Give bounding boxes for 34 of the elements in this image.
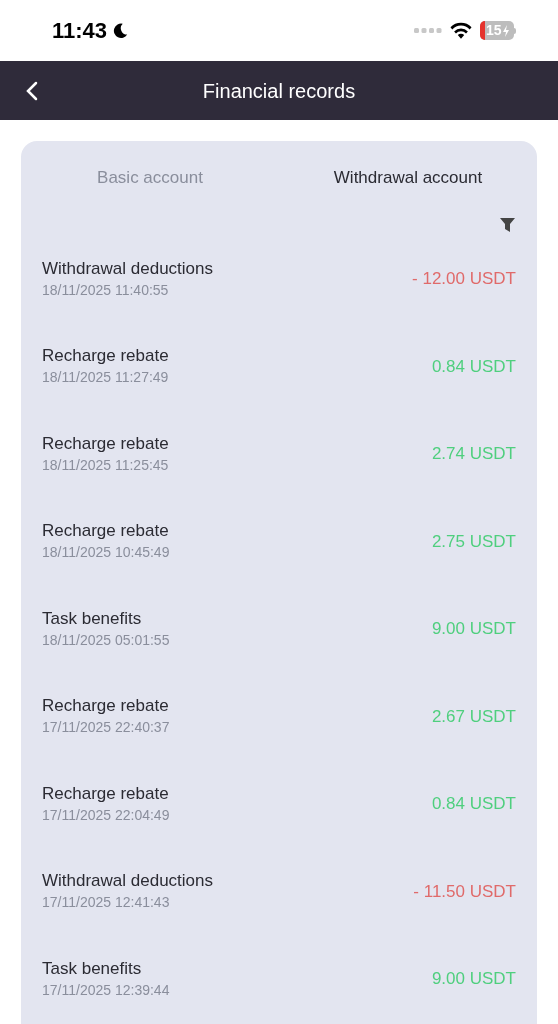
wifi-icon <box>450 22 472 39</box>
record-amount: 9.00 USDT <box>431 618 516 640</box>
record-amount: 2.67 USDT <box>431 705 516 728</box>
record-amount: 0.84 USDT <box>431 793 516 815</box>
account-tab[interactable]: Withdrawal account <box>279 165 537 191</box>
record-date: 18/11/2025 11:40:55 <box>42 280 170 300</box>
record-amount: 2.75 USDT <box>431 530 516 553</box>
record-amount: 0.84 USDT <box>431 355 516 378</box>
record-date: 18/11/2025 10:45:49 <box>42 543 170 563</box>
record-title: Recharge rebate <box>42 695 170 718</box>
status-time: 11:43 <box>52 17 108 45</box>
record-title: Withdrawal deductions <box>42 870 214 893</box>
record-date: 18/11/2025 05:01:55 <box>42 630 170 650</box>
filter-icon[interactable] <box>500 218 515 232</box>
battery-icon: 15 <box>480 21 516 40</box>
record-title: Recharge rebate <box>42 782 170 805</box>
record-date: 17/11/2025 12:39:44 <box>42 980 170 1000</box>
record-amount: - 11.50 USDT <box>413 880 516 903</box>
record-title: Recharge rebate <box>42 345 169 368</box>
record-amount: - 12.00 USDT <box>412 268 516 290</box>
record-amount: 2.74 USDT <box>431 443 516 465</box>
record-title: Recharge rebate <box>42 520 170 543</box>
signal-icon <box>414 27 442 34</box>
record-title: Task benefits <box>42 957 143 980</box>
record-date: 17/11/2025 12:41:43 <box>42 893 171 913</box>
record-date: 18/11/2025 11:27:49 <box>42 368 169 388</box>
page-title: Financial records <box>202 78 356 104</box>
record-date: 17/11/2025 22:40:37 <box>42 718 170 738</box>
record-title: Recharge rebate <box>42 432 169 455</box>
record-date: 18/11/2025 11:25:45 <box>42 455 169 475</box>
record-amount: 9.00 USDT <box>431 968 516 990</box>
record-title: Task benefits <box>42 607 143 630</box>
record-title: Withdrawal deductions <box>42 257 214 280</box>
record-date: 17/11/2025 22:04:49 <box>42 805 170 825</box>
